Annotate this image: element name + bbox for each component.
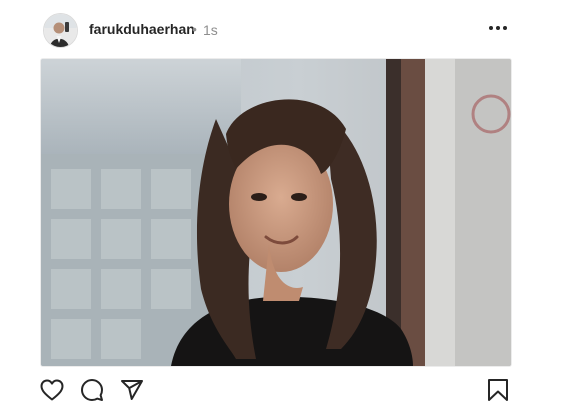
- avatar-image: [44, 14, 77, 47]
- post-image: [41, 59, 511, 366]
- separator-dot: •: [192, 21, 197, 37]
- comment-button[interactable]: [78, 376, 106, 404]
- post-actions: [0, 370, 565, 410]
- bookmark-icon: [488, 379, 508, 401]
- post-photo[interactable]: [40, 58, 512, 367]
- share-button[interactable]: [118, 376, 146, 404]
- send-icon: [121, 380, 143, 400]
- more-horizontal-icon: [489, 26, 507, 30]
- post-header: farukduhaerhan • 1s: [0, 0, 565, 58]
- more-options-button[interactable]: [485, 17, 511, 39]
- username[interactable]: farukduhaerhan: [89, 21, 195, 37]
- heart-icon: [40, 379, 64, 401]
- avatar[interactable]: [43, 13, 78, 48]
- save-button[interactable]: [484, 376, 512, 404]
- post-time[interactable]: 1s: [203, 22, 218, 38]
- comment-icon: [81, 379, 103, 401]
- like-button[interactable]: [38, 376, 66, 404]
